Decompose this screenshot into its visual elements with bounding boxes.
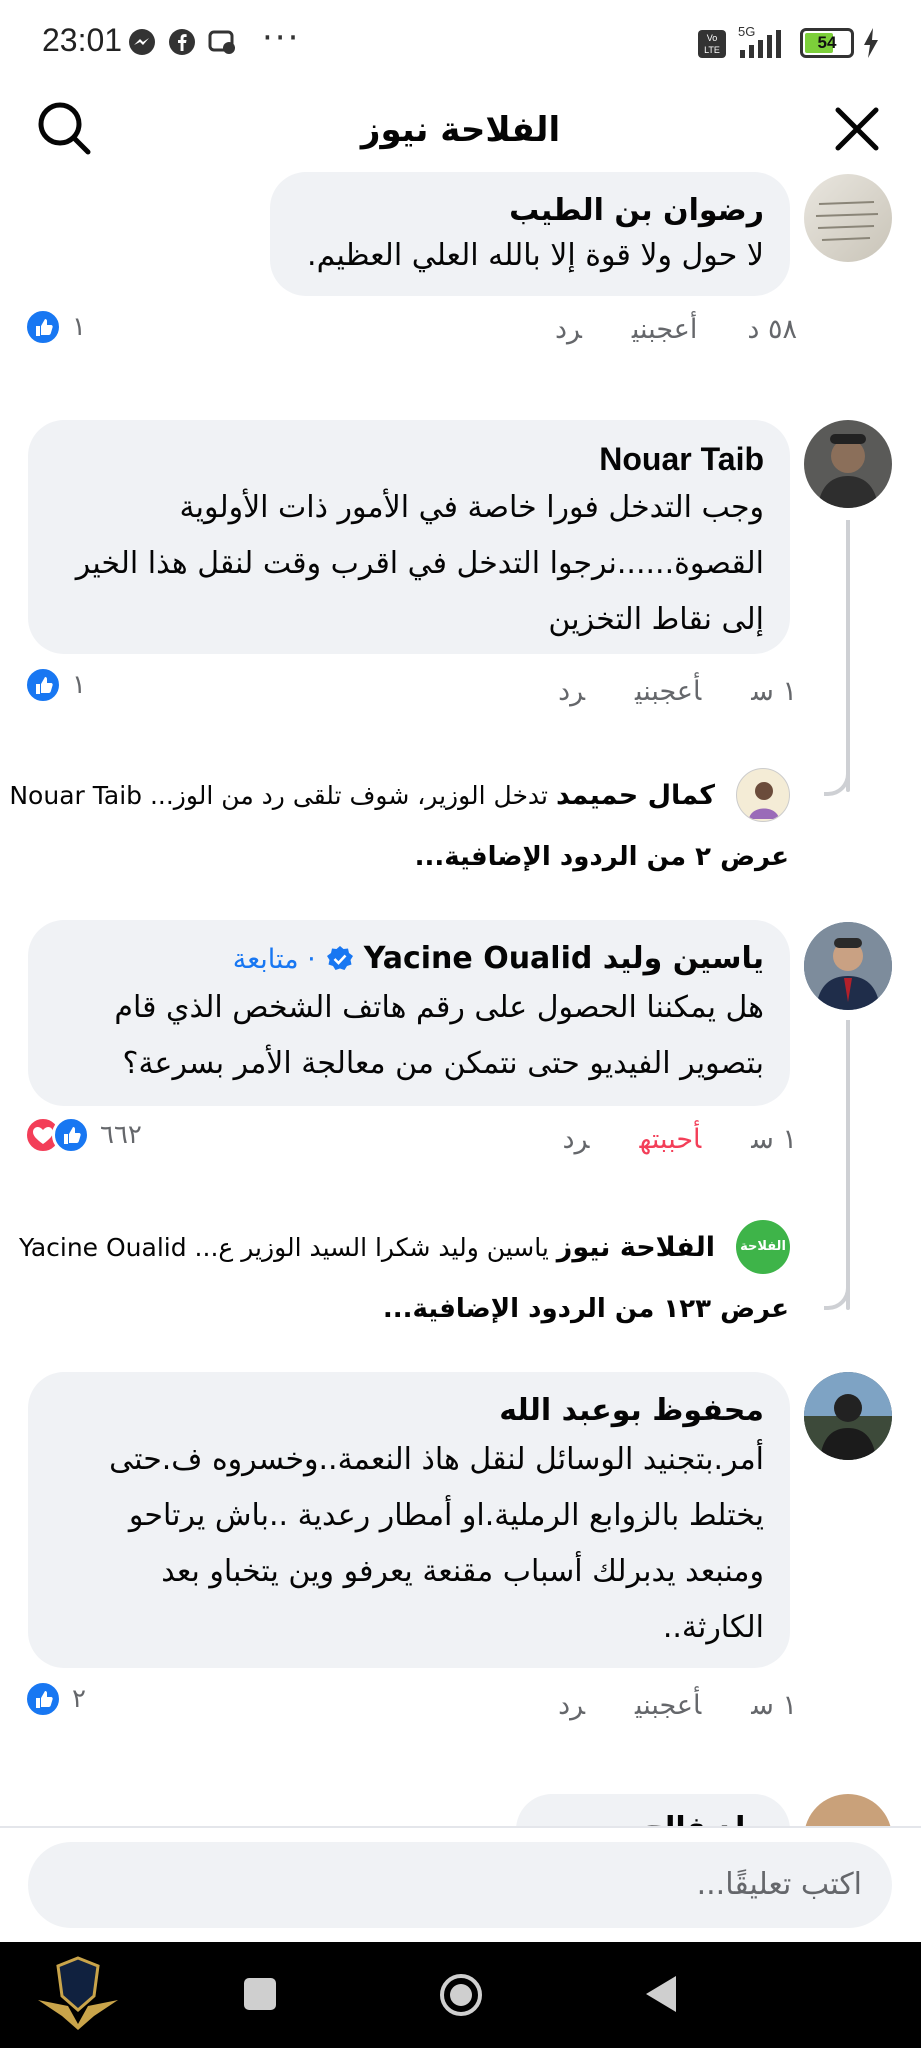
status-bar: 23:01 ··· Vo LTE 5G 54 bbox=[0, 0, 921, 84]
home-button[interactable] bbox=[438, 1972, 484, 2018]
recent-apps-button[interactable] bbox=[244, 1978, 276, 2010]
comment-actions: ١ س أحببته رد bbox=[513, 1124, 797, 1155]
reply-preview[interactable]: كمال حميمد تدخل الوزير، شوف تلقى رد من ا… bbox=[9, 780, 715, 811]
battery-level: 54 bbox=[817, 33, 837, 52]
reaction-summary[interactable]: ١ bbox=[24, 666, 86, 704]
comment-text-line: ومنبعد يدبرلك أسباب مقنعة يعرفو وين يتخب… bbox=[161, 1554, 764, 1589]
view-more-replies[interactable]: عرض ١٢٣ من الردود الإضافية... bbox=[383, 1294, 789, 1324]
comment-text-line: وجب التدخل فورا خاصة في الأمور ذات الأول… bbox=[179, 490, 764, 525]
forum-logo-watermark bbox=[38, 1956, 118, 2030]
reply-connector bbox=[824, 520, 850, 796]
reaction-summary[interactable]: ٢ bbox=[24, 1680, 86, 1718]
comment-input[interactable]: اكتب تعليقًا... bbox=[28, 1842, 892, 1928]
comment-actions: ١ س أعجبني رد bbox=[508, 676, 797, 707]
notification-app-icon bbox=[208, 30, 235, 54]
battery-icon: 54 bbox=[800, 28, 854, 58]
comment-time: ١ س bbox=[751, 1690, 797, 1721]
comment-time: ١ س bbox=[751, 1124, 797, 1155]
verified-badge-icon bbox=[326, 946, 353, 970]
like-reaction-icon bbox=[24, 666, 62, 704]
view-more-replies[interactable]: عرض ٢ من الردود الإضافية... bbox=[415, 842, 789, 872]
reaction-count: ١ bbox=[72, 312, 86, 342]
reply-author: كمال حميمد bbox=[555, 780, 715, 811]
reply-preview[interactable]: الفلاحة نيوز ياسين وليد شكرا السيد الوزي… bbox=[19, 1232, 715, 1263]
comment-header: ياسين وليد Yacine Oualid · متابعة bbox=[54, 938, 764, 980]
reaction-summary[interactable]: ٦٦٢ bbox=[24, 1116, 142, 1154]
like-reaction-icon bbox=[52, 1116, 90, 1154]
comment-actions: ١ س أعجبني رد bbox=[508, 1690, 797, 1721]
comment-text-line: إلى نقاط التخزين bbox=[548, 602, 764, 637]
reply-button[interactable]: رد bbox=[558, 676, 585, 707]
comment-text-line: بتصوير الفيديو حتى نتمكن من معالجة الأمر… bbox=[122, 1046, 764, 1081]
comment-bubble: محفوظ بوعبد الله أمر.بتجنيد الوسائل لنقل… bbox=[28, 1372, 790, 1668]
avatar[interactable] bbox=[804, 1372, 892, 1460]
avatar[interactable] bbox=[804, 922, 892, 1010]
comment-text-line: هل يمكننا الحصول على رقم هاتف الشخص الذي… bbox=[114, 990, 764, 1025]
facebook-icon bbox=[169, 29, 195, 55]
like-button[interactable]: أعجبني bbox=[632, 314, 697, 345]
reply-text: ياسين وليد شكرا السيد الوزير ع... Yacine… bbox=[18, 1233, 549, 1262]
comment-text-line: القصوة......نرجوا التدخل في اقرب وقت لنق… bbox=[75, 546, 764, 581]
page-logo-text: الفلاحة نيوز bbox=[740, 1239, 786, 1254]
avatar[interactable]: الفلاحة نيوز bbox=[736, 1220, 790, 1274]
comment-text-line: الكارثة.. bbox=[662, 1610, 764, 1645]
like-button[interactable]: أعجبني bbox=[635, 676, 701, 707]
like-reaction-icon bbox=[24, 308, 62, 346]
comment-text-line: أمر.بتجنيد الوسائل لنقل هاذ النعمة..وخسر… bbox=[109, 1442, 764, 1477]
comment-actions: ٥٨ د أعجبني رد bbox=[505, 314, 797, 345]
comment-author[interactable]: محفوظ بوعبد الله bbox=[54, 1390, 764, 1432]
reaction-count: ١ bbox=[72, 670, 86, 700]
like-button[interactable]: أعجبني bbox=[635, 1690, 701, 1721]
reply-connector bbox=[824, 1020, 850, 1310]
comment-time: ٥٨ د bbox=[747, 314, 797, 345]
love-button[interactable]: أحببته bbox=[639, 1124, 701, 1155]
comment-text: لا حول ولا قوة إلا بالله العلي العظيم. bbox=[307, 238, 764, 273]
volte-icon: Vo LTE bbox=[698, 30, 726, 58]
back-button[interactable] bbox=[644, 1974, 678, 2014]
avatar[interactable] bbox=[804, 420, 892, 508]
close-icon[interactable] bbox=[834, 106, 880, 152]
system-navigation-bar bbox=[0, 1942, 921, 2048]
charging-icon bbox=[864, 28, 878, 58]
signal-icon bbox=[740, 30, 781, 58]
comment-author[interactable]: Nouar Taib bbox=[54, 438, 764, 480]
status-time: 23:01 bbox=[42, 22, 123, 58]
more-notifications-icon: ··· bbox=[262, 18, 301, 58]
avatar[interactable] bbox=[804, 174, 892, 262]
follow-link[interactable]: · متابعة bbox=[233, 944, 316, 975]
like-reaction-icon bbox=[24, 1680, 62, 1718]
reaction-summary[interactable]: ١ bbox=[24, 308, 86, 346]
messenger-icon bbox=[129, 29, 155, 55]
comment-bubble: ياسين وليد Yacine Oualid · متابعة هل يمك… bbox=[28, 920, 790, 1106]
comment-time: ١ س bbox=[751, 676, 797, 707]
reply-text: تدخل الوزير، شوف تلقى رد من الوز... Noua… bbox=[9, 781, 548, 810]
reply-author: الفلاحة نيوز bbox=[556, 1232, 715, 1263]
reply-button[interactable]: رد bbox=[555, 314, 582, 345]
page-title: الفلاحة نيوز bbox=[360, 110, 561, 150]
comment-text-line: يختلط بالزوابع الرملية.او أمطار رعدية ..… bbox=[128, 1498, 764, 1533]
reaction-count: ٢ bbox=[72, 1684, 86, 1714]
comment-bubble: Nouar Taib وجب التدخل فورا خاصة في الأمو… bbox=[28, 420, 790, 654]
avatar[interactable] bbox=[736, 768, 790, 822]
reply-button[interactable]: رد bbox=[558, 1690, 585, 1721]
reaction-count: ٦٦٢ bbox=[100, 1120, 142, 1150]
comment-bubble: رضوان بن الطيب لا حول ولا قوة إلا بالله … bbox=[270, 172, 790, 296]
comment-author[interactable]: رضوان بن الطيب bbox=[296, 190, 764, 232]
reply-button[interactable]: رد bbox=[563, 1124, 590, 1155]
comment-author[interactable]: ياسين وليد Yacine Oualid bbox=[364, 938, 764, 980]
